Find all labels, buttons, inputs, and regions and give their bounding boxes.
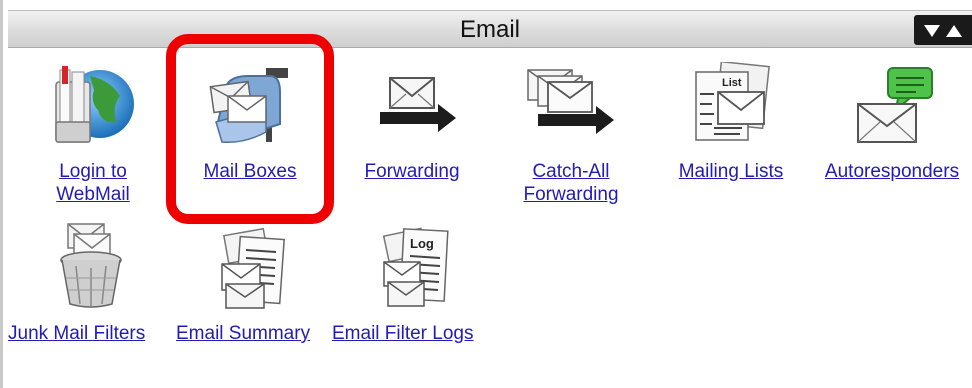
panel-left-border (0, 0, 3, 388)
panel-title: Email (459, 16, 520, 43)
list-icon-label: List (722, 77, 742, 89)
forwarding-item[interactable]: Forwarding (352, 160, 472, 183)
email-filter-logs-item[interactable]: Email Filter Logs (332, 322, 500, 345)
trash-icon[interactable] (56, 222, 126, 310)
email-filter-logs-link[interactable]: Email Filter Logs (332, 323, 474, 344)
autoresponders-item[interactable]: Autoresponders (812, 160, 972, 183)
forwarding-link[interactable]: Forwarding (364, 161, 459, 182)
login-webmail-link[interactable]: Login to WebMail (56, 161, 130, 205)
email-summary-item[interactable]: Email Summary (176, 322, 330, 345)
catch-all-icon[interactable] (522, 68, 618, 138)
triangle-up-icon (946, 25, 962, 37)
email-panel: Email Login to WebMail Mail Boxes Forwar… (0, 0, 972, 388)
triangle-down-icon (924, 25, 940, 37)
autoresponder-icon[interactable] (852, 66, 938, 146)
mailing-lists-item[interactable]: Mailing Lists (666, 160, 796, 183)
filter-log-icon[interactable]: Log (380, 224, 450, 310)
highlight-box (166, 34, 334, 224)
webmail-icon[interactable] (50, 62, 136, 148)
mailing-list-icon[interactable]: List (688, 60, 772, 146)
autoresponders-link[interactable]: Autoresponders (825, 161, 959, 182)
forwarding-icon[interactable] (376, 74, 460, 138)
email-summary-icon[interactable] (218, 227, 288, 310)
log-icon-label: Log (410, 236, 434, 251)
collapse-toggle-button[interactable] (914, 15, 972, 45)
mailing-lists-link[interactable]: Mailing Lists (679, 161, 784, 182)
email-summary-link[interactable]: Email Summary (176, 323, 310, 344)
junk-mail-filters-link[interactable]: Junk Mail Filters (8, 323, 145, 344)
junk-mail-filters-item[interactable]: Junk Mail Filters (8, 322, 176, 345)
catch-all-forwarding-item[interactable]: Catch-All Forwarding (506, 160, 636, 206)
login-webmail-item[interactable]: Login to WebMail (44, 160, 142, 206)
catch-all-forwarding-link[interactable]: Catch-All Forwarding (523, 161, 618, 205)
panel-header: Email (8, 10, 972, 48)
